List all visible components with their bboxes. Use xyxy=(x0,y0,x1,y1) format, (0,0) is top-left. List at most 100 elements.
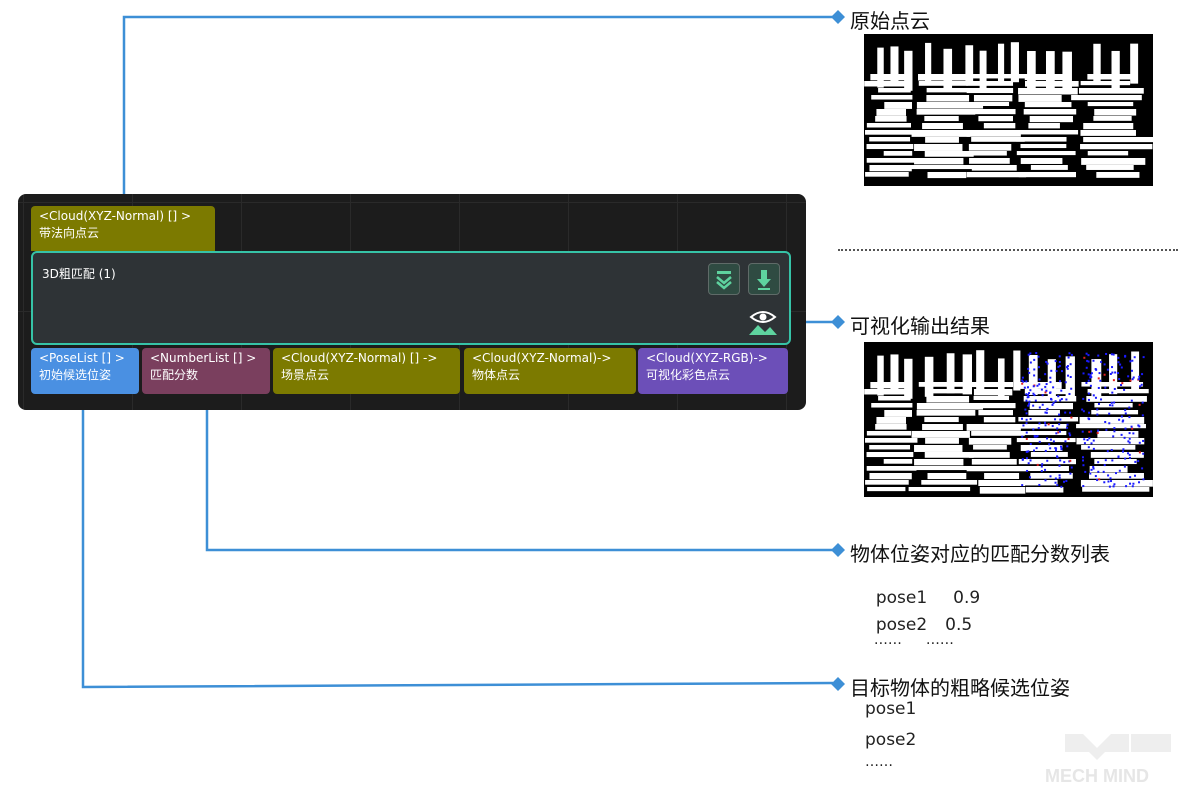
match-point xyxy=(1141,373,1144,376)
node-body-coarse-match[interactable] xyxy=(31,251,791,345)
match-point xyxy=(1052,386,1055,389)
cloud-layer xyxy=(1094,109,1137,116)
match-point xyxy=(1058,361,1061,364)
match-point xyxy=(1103,481,1106,484)
cloud-layer xyxy=(865,480,909,485)
match-point xyxy=(1054,418,1057,421)
cloud-layer xyxy=(1028,410,1060,416)
match-point xyxy=(1120,383,1123,386)
score-row-value: …… xyxy=(925,632,954,648)
match-point xyxy=(1096,408,1099,411)
output-port-pose-list[interactable]: <PoseList [] > 初始候选位姿 xyxy=(31,348,139,394)
cloud-layer xyxy=(1024,81,1079,87)
match-point xyxy=(1067,438,1070,441)
match-point xyxy=(1025,450,1028,453)
cloud-layer xyxy=(922,424,963,431)
match-point xyxy=(1028,476,1031,479)
cloud-layer xyxy=(1023,396,1077,402)
match-point xyxy=(1027,395,1030,398)
match-point xyxy=(1142,439,1145,442)
match-point xyxy=(1086,359,1089,362)
match-point xyxy=(1118,378,1121,381)
match-point xyxy=(1038,440,1041,443)
cloud-layer xyxy=(1080,130,1136,136)
cloud-layer xyxy=(973,445,1007,450)
cloud-layer xyxy=(866,452,914,458)
cloud-layer xyxy=(964,109,1016,115)
match-point xyxy=(1069,411,1072,414)
match-point xyxy=(1057,395,1060,398)
match-point xyxy=(1069,459,1072,462)
match-point xyxy=(1040,388,1043,391)
match-point xyxy=(1096,479,1099,482)
match-point xyxy=(1021,458,1024,461)
match-point xyxy=(1083,442,1086,445)
output-port-visual-cloud[interactable]: <Cloud(XYZ-RGB)-> 可视化彩色点云 xyxy=(638,348,788,394)
match-point xyxy=(1111,404,1114,407)
match-point xyxy=(1026,386,1029,389)
match-point xyxy=(1098,372,1101,375)
match-point xyxy=(1064,381,1067,384)
match-point xyxy=(1054,400,1057,403)
match-point xyxy=(1121,420,1124,423)
cloud-layer xyxy=(926,95,970,102)
match-point xyxy=(1099,379,1102,382)
output-port-name: 初始候选位姿 xyxy=(39,368,112,382)
mech-mind-watermark-logo: MECH MIND xyxy=(1045,734,1171,786)
match-point xyxy=(1038,483,1041,486)
input-port-cloud-normal[interactable]: <Cloud(XYZ-Normal) [] > 带法向点云 xyxy=(31,206,215,251)
diamond-score-end xyxy=(831,543,845,557)
match-point xyxy=(1035,352,1038,355)
cloud-layer xyxy=(869,473,912,480)
match-point xyxy=(1121,382,1124,385)
cloud-layer xyxy=(924,417,959,423)
match-point xyxy=(1104,459,1107,462)
match-point xyxy=(1051,424,1054,427)
match-point xyxy=(1049,381,1052,384)
match-point xyxy=(1045,360,1048,363)
match-point xyxy=(1056,456,1059,459)
match-point xyxy=(1100,360,1103,363)
output-port-number-list[interactable]: <NumberList [] > 匹配分数 xyxy=(142,348,270,394)
cloud-layer xyxy=(866,123,912,128)
match-point xyxy=(1107,474,1110,477)
download-button[interactable] xyxy=(748,263,780,295)
cloud-layer xyxy=(966,382,1014,388)
score-row-pose: …… xyxy=(873,632,902,648)
cloud-layer xyxy=(973,151,1007,156)
match-point xyxy=(1123,465,1126,468)
match-point xyxy=(1033,358,1036,361)
cloud-layer xyxy=(914,158,964,165)
match-point xyxy=(1128,406,1131,409)
match-point xyxy=(1131,359,1134,362)
match-point xyxy=(1110,353,1113,356)
match-point xyxy=(1054,360,1057,363)
match-point xyxy=(1046,437,1049,440)
match-point xyxy=(1097,386,1100,389)
cloud-layer xyxy=(924,151,974,157)
match-point xyxy=(1129,360,1132,363)
match-point xyxy=(1112,485,1115,488)
match-point xyxy=(1124,427,1127,430)
output-port-object-cloud[interactable]: <Cloud(XYZ-Normal)-> 物体点云 xyxy=(464,348,636,394)
cloud-layer xyxy=(875,116,907,122)
cloud-layer xyxy=(870,382,908,389)
match-point xyxy=(1118,418,1121,421)
match-point xyxy=(1090,376,1093,379)
cloud-layer xyxy=(1081,158,1146,165)
cloud-layer xyxy=(1087,389,1149,394)
match-point xyxy=(1108,485,1111,488)
visualize-eye-icon[interactable] xyxy=(747,308,779,336)
match-point xyxy=(1049,447,1052,450)
collapse-button[interactable] xyxy=(708,263,740,295)
match-point xyxy=(1141,467,1144,470)
match-point xyxy=(1038,383,1041,386)
cloud-layer xyxy=(1024,74,1068,81)
match-point xyxy=(1025,457,1028,460)
output-port-scene-cloud[interactable]: <Cloud(XYZ-Normal) [] -> 场景点云 xyxy=(273,348,460,394)
match-point xyxy=(1029,361,1032,364)
match-point xyxy=(1033,374,1036,377)
match-point xyxy=(1025,437,1028,440)
match-point xyxy=(1088,418,1091,421)
match-point xyxy=(1060,389,1063,392)
